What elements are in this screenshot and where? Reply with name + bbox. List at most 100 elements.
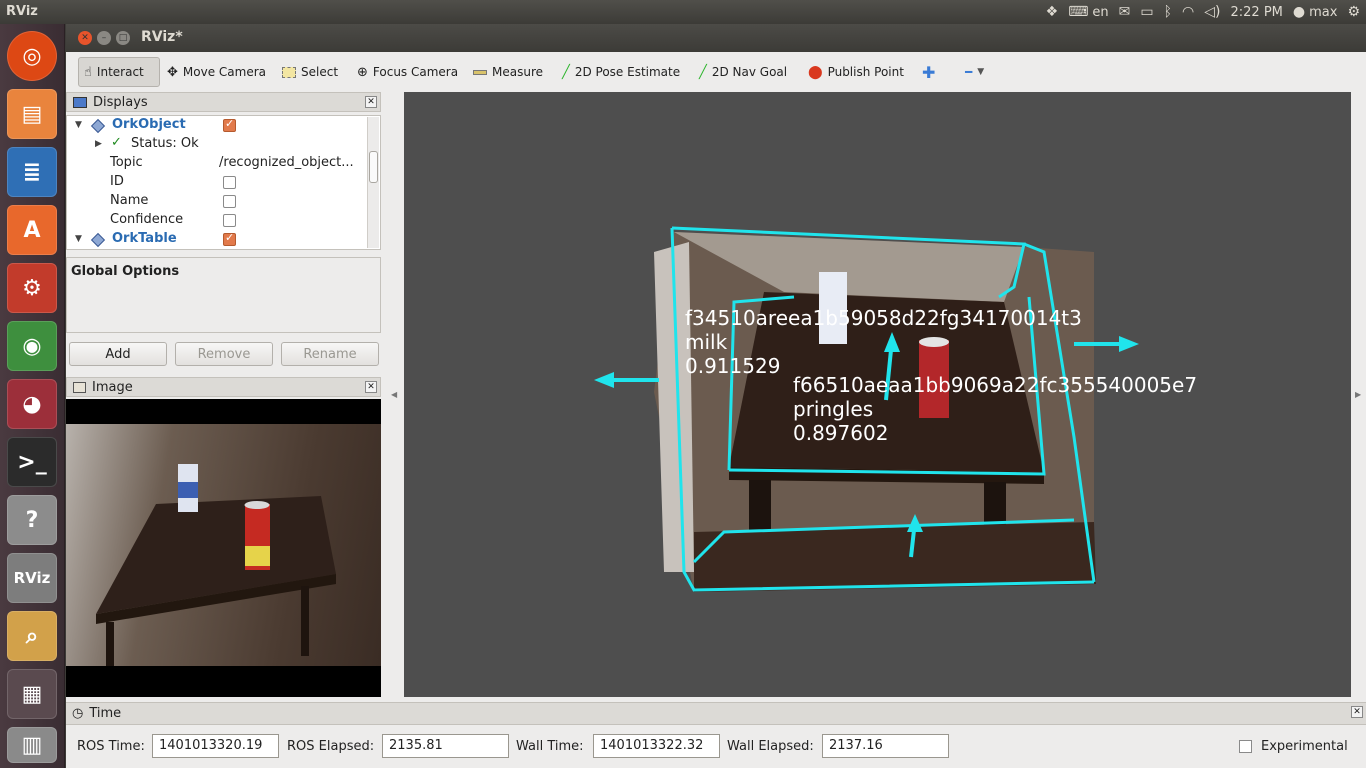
global-options-label: Global Options <box>71 264 180 279</box>
move-camera-label: Move Camera <box>182 65 266 79</box>
time-panel-header: ◷ Time ✕ <box>66 703 1366 725</box>
user-menu[interactable]: ● max <box>1293 5 1338 20</box>
terminal-icon[interactable]: >_ <box>7 437 57 487</box>
add-tool-button[interactable]: ✚ <box>917 57 940 87</box>
workspace-switcher-icon[interactable]: ▦ <box>7 669 57 719</box>
maximize-window-button[interactable]: □ <box>116 31 130 45</box>
gear-icon[interactable]: ⚙ <box>1347 5 1360 19</box>
minimize-window-button[interactable]: – <box>97 31 111 45</box>
window-title: RViz* <box>141 29 183 45</box>
bluetooth-icon[interactable]: ᛒ <box>1164 5 1172 19</box>
collapse-right-icon[interactable]: ▶ <box>1355 390 1361 399</box>
interact-tool[interactable]: ☝ Interact <box>78 57 160 87</box>
help-icon[interactable]: ? <box>7 495 57 545</box>
object-confidence: 0.897602 <box>793 421 889 445</box>
tree-scrollbar[interactable] <box>367 117 379 248</box>
dash-home-icon[interactable]: ◎ <box>7 31 57 81</box>
close-icon[interactable]: ✕ <box>1351 706 1363 718</box>
orkobject-label: OrkObject <box>112 117 186 132</box>
focus-camera-tool[interactable]: ⊕ Focus Camera <box>352 57 463 87</box>
image-icon <box>73 381 86 393</box>
software-center-icon[interactable]: A <box>7 205 57 255</box>
robot-icon[interactable]: ◕ <box>7 379 57 429</box>
add-button[interactable]: Add <box>69 342 167 366</box>
image-panel-header: Image ✕ <box>66 377 381 397</box>
rename-button[interactable]: Rename <box>281 342 379 366</box>
green-arrow-icon: ╱ <box>699 64 707 80</box>
object-label-pringles: f66510aeaa1bb9069a22fc355540005e7 pringl… <box>793 373 1197 445</box>
trash-icon[interactable]: ▥ <box>7 727 57 763</box>
publish-point-tool[interactable]: ⬤ Publish Point <box>803 57 909 87</box>
collapse-left-icon[interactable]: ◀ <box>391 390 397 399</box>
object-name: pringles <box>793 397 874 421</box>
chevron-down-icon: ▼ <box>977 67 985 77</box>
close-icon[interactable]: ✕ <box>365 381 377 393</box>
pose-estimate-label: 2D Pose Estimate <box>574 65 681 79</box>
confidence-checkbox[interactable] <box>223 214 236 227</box>
ros-time-field[interactable]: 1401013320.19 <box>152 734 279 758</box>
expand-triangle-icon[interactable]: ▼ <box>75 120 82 130</box>
wifi-icon[interactable]: ◠ <box>1182 5 1194 19</box>
tools-toolbar: ☝ Interact ✥ Move Camera Select ⊕ Focus … <box>66 52 1366 90</box>
camera-scene <box>96 464 336 666</box>
select-label: Select <box>301 65 339 79</box>
keyboard-indicator[interactable]: ⌨ en <box>1068 5 1108 20</box>
close-window-button[interactable]: ✕ <box>78 31 92 45</box>
display-row-orktable[interactable]: ▼ OrkTable <box>67 230 367 249</box>
battery-icon[interactable]: ▭ <box>1140 5 1153 19</box>
display-row-orkobject[interactable]: ▼ OrkObject <box>67 116 367 135</box>
pose-estimate-tool[interactable]: ╱ 2D Pose Estimate <box>557 57 685 87</box>
dropbox-icon[interactable]: ❖ <box>1046 5 1059 19</box>
launcher: ◎ ▤ ≣ A ⚙ ◉ ◕ >_ ? RViz ⌕ ▦ ▥ <box>0 24 65 768</box>
orkobject-enable-checkbox[interactable] <box>223 117 236 132</box>
system-settings-icon[interactable]: ⚙ <box>7 263 57 313</box>
topic-row[interactable]: Topic /recognized_object... <box>67 154 367 173</box>
chrome-icon[interactable]: ◉ <box>7 321 57 371</box>
nav-goal-tool[interactable]: ╱ 2D Nav Goal <box>694 57 792 87</box>
monitor-icon <box>73 96 87 108</box>
clock[interactable]: 2:22 PM <box>1231 5 1283 20</box>
writer-icon[interactable]: ≣ <box>7 147 57 197</box>
remove-button[interactable]: Remove <box>175 342 273 366</box>
volume-icon[interactable]: ◁) <box>1204 5 1220 19</box>
user-icon: ● <box>1292 4 1306 20</box>
remove-tool-button[interactable]: ━ ▼ <box>960 57 989 87</box>
tree-scrollbar-thumb[interactable] <box>369 151 378 183</box>
mail-icon[interactable]: ✉ <box>1119 5 1131 19</box>
rviz-launcher-icon[interactable]: RViz <box>7 553 57 603</box>
rviz-window: ✕ – □ RViz* ☝ Interact ✥ Move Camera Sel… <box>66 24 1366 768</box>
id-checkbox[interactable] <box>223 176 236 189</box>
check-icon: ✓ <box>111 135 122 150</box>
id-row[interactable]: ID <box>67 173 367 192</box>
wall-elapsed-label: Wall Elapsed: <box>727 739 814 754</box>
ros-time-label: ROS Time: <box>77 739 145 754</box>
ros-elapsed-field[interactable]: 2135.81 <box>382 734 509 758</box>
nav-goal-label: 2D Nav Goal <box>711 65 788 79</box>
topic-value[interactable]: /recognized_object... <box>219 155 354 170</box>
topic-label: Topic <box>110 155 143 170</box>
expand-triangle-icon[interactable]: ▼ <box>75 234 82 244</box>
measure-tool[interactable]: Measure <box>468 57 548 87</box>
wall-time-label: Wall Time: <box>516 739 584 754</box>
status-row[interactable]: ▶ ✓ Status: Ok <box>67 135 367 154</box>
displays-panel-header: Displays ✕ <box>66 92 381 112</box>
displays-tree: ▼ OrkObject ▶ ✓ Status: Ok Topic /recogn… <box>66 115 381 250</box>
collapse-triangle-icon[interactable]: ▶ <box>95 139 102 149</box>
files-icon[interactable]: ▤ <box>7 89 57 139</box>
display-icon <box>90 118 106 134</box>
wall-elapsed-field[interactable]: 2137.16 <box>822 734 949 758</box>
3d-render-view[interactable]: f34510areea1b59058d22fg34170014t3 milk 0… <box>404 92 1351 697</box>
experimental-checkbox[interactable] <box>1239 740 1252 753</box>
name-row[interactable]: Name <box>67 192 367 211</box>
close-icon[interactable]: ✕ <box>365 96 377 108</box>
wall-time-field[interactable]: 1401013322.32 <box>593 734 720 758</box>
image-viewer-icon[interactable]: ⌕ <box>7 611 57 661</box>
name-checkbox[interactable] <box>223 195 236 208</box>
active-app-name: RViz <box>6 4 38 19</box>
confidence-row[interactable]: Confidence <box>67 211 367 230</box>
move-camera-tool[interactable]: ✥ Move Camera <box>162 57 271 87</box>
select-tool[interactable]: Select <box>277 57 343 87</box>
orktable-label: OrkTable <box>112 231 177 246</box>
orktable-enable-checkbox[interactable] <box>223 231 236 246</box>
minus-icon: ━ <box>965 65 973 79</box>
